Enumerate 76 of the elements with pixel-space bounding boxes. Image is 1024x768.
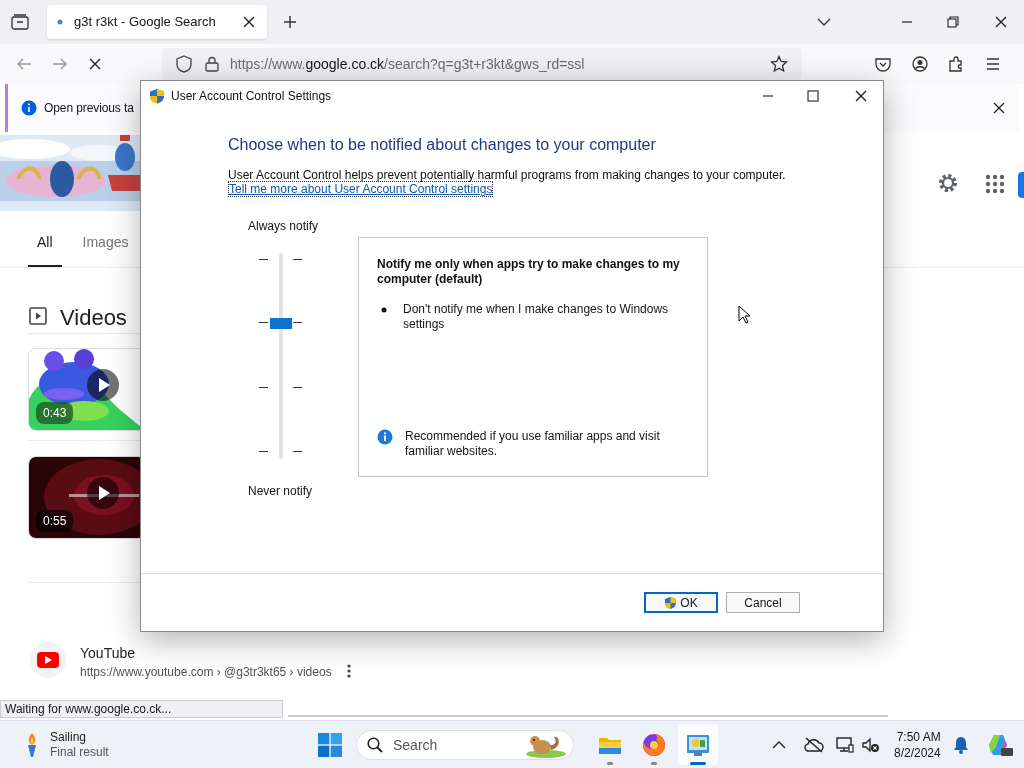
notification-text: Open previous ta xyxy=(44,100,134,117)
bullet-icon xyxy=(381,307,387,313)
search-tab[interactable]: Images xyxy=(73,232,138,268)
settings-icon[interactable] xyxy=(937,172,959,194)
tab-title: g3t r3kt - Google Search xyxy=(74,13,217,32)
play-icon[interactable] xyxy=(87,477,119,509)
info-icon xyxy=(21,100,37,116)
uac-shield-icon xyxy=(149,88,165,104)
chevron-down-icon[interactable] xyxy=(817,18,831,26)
clock[interactable]: 7:50 AM 8/2/2024 xyxy=(890,729,945,761)
result-url: https://www.youtube.com › @g3tr3kt65 › videos xyxy=(80,664,332,681)
pocket-icon[interactable] xyxy=(875,56,891,72)
weather-subtitle: Final result xyxy=(50,744,109,760)
section-heading: Videos xyxy=(60,304,127,332)
play-icon[interactable] xyxy=(87,369,119,401)
apps-grid-icon[interactable] xyxy=(985,174,1005,194)
url-text: https://www.google.co.ck/search?q=g3t+r3kt&gws_rd=ssl xyxy=(230,54,585,74)
recommendation-text: Recommended if you use familiar apps and visit familiar websites. xyxy=(405,429,661,459)
browser-app-icon xyxy=(641,732,667,758)
more-icon[interactable] xyxy=(347,664,351,678)
new-tab-icon[interactable] xyxy=(283,15,297,29)
search-icon xyxy=(367,737,383,753)
browser-tab[interactable]: g3t r3kt - Google Search xyxy=(47,5,267,39)
account-icon[interactable] xyxy=(912,56,928,72)
chevron-up-icon[interactable] xyxy=(772,741,786,749)
control-panel-icon xyxy=(685,732,711,758)
close-icon[interactable] xyxy=(991,100,1007,116)
shield-icon xyxy=(176,55,192,73)
description-text: User Account Control helps prevent potentially harmful programs from making changes to your computer. xyxy=(228,167,786,184)
volume-muted-icon[interactable] xyxy=(862,737,880,753)
panel-title: Notify me only when apps try to make changes to my computer (default) xyxy=(377,257,681,287)
weather-widget[interactable]: Sailing Final result xyxy=(20,729,111,760)
menu-icon[interactable] xyxy=(986,58,1000,70)
cloud-off-icon[interactable] xyxy=(804,737,824,753)
notify-slider[interactable] xyxy=(259,253,303,459)
forward-arrow-icon[interactable] xyxy=(52,57,68,71)
time-text: 7:50 AM xyxy=(896,729,941,745)
date-text: 8/2/2024 xyxy=(894,745,941,761)
duration-badge: 0:55 xyxy=(36,510,74,532)
uac-shield-icon xyxy=(664,595,678,610)
windows-logo-icon[interactable] xyxy=(318,733,342,757)
close-icon[interactable] xyxy=(993,14,1009,30)
loading-dot-icon xyxy=(57,19,63,25)
star-icon[interactable] xyxy=(770,55,788,73)
close-icon[interactable] xyxy=(853,88,869,104)
help-link[interactable]: Tell me more about User Account Control settings xyxy=(228,181,494,197)
bell-icon[interactable] xyxy=(952,736,969,754)
puzzle-icon[interactable] xyxy=(948,56,964,72)
slider-label: Never notify xyxy=(248,483,313,500)
maximize-icon[interactable] xyxy=(807,90,819,102)
youtube-logo-icon xyxy=(30,642,66,678)
address-bar[interactable]: https://www.google.co.ck/search?q=g3t+r3kt&gws_rd=ssl xyxy=(162,48,802,80)
video-icon xyxy=(29,307,47,325)
close-icon[interactable] xyxy=(241,14,257,30)
copilot-icon[interactable] xyxy=(986,733,1013,757)
status-text: Waiting for www.google.co.ck... xyxy=(0,700,283,718)
duration-badge: 0:43 xyxy=(36,402,74,424)
window-title: User Account Control Settings xyxy=(171,88,332,105)
info-icon xyxy=(377,429,393,445)
back-arrow-icon[interactable] xyxy=(16,57,32,71)
bullet-text: Don't notify me when I make changes to Windows settings xyxy=(403,302,670,332)
weather-title: Sailing xyxy=(50,729,88,745)
cancel-button[interactable]: Cancel xyxy=(726,592,800,613)
stop-icon[interactable] xyxy=(87,56,103,72)
slider-label: Always notify xyxy=(248,218,319,235)
cursor-icon xyxy=(738,305,750,324)
lock-icon xyxy=(205,56,219,72)
search-field[interactable]: Search xyxy=(356,730,574,760)
tab-list-icon[interactable] xyxy=(11,14,29,30)
scrollbar-thumb[interactable] xyxy=(1018,172,1024,198)
site-name: YouTube xyxy=(80,644,135,663)
dialog-heading: Choose when to be notified about changes to your computer xyxy=(228,135,656,155)
taskbar-app-button[interactable] xyxy=(678,725,718,765)
restore-icon[interactable] xyxy=(947,16,959,28)
network-icon[interactable] xyxy=(836,736,854,754)
ok-button[interactable]: OK xyxy=(644,592,718,613)
